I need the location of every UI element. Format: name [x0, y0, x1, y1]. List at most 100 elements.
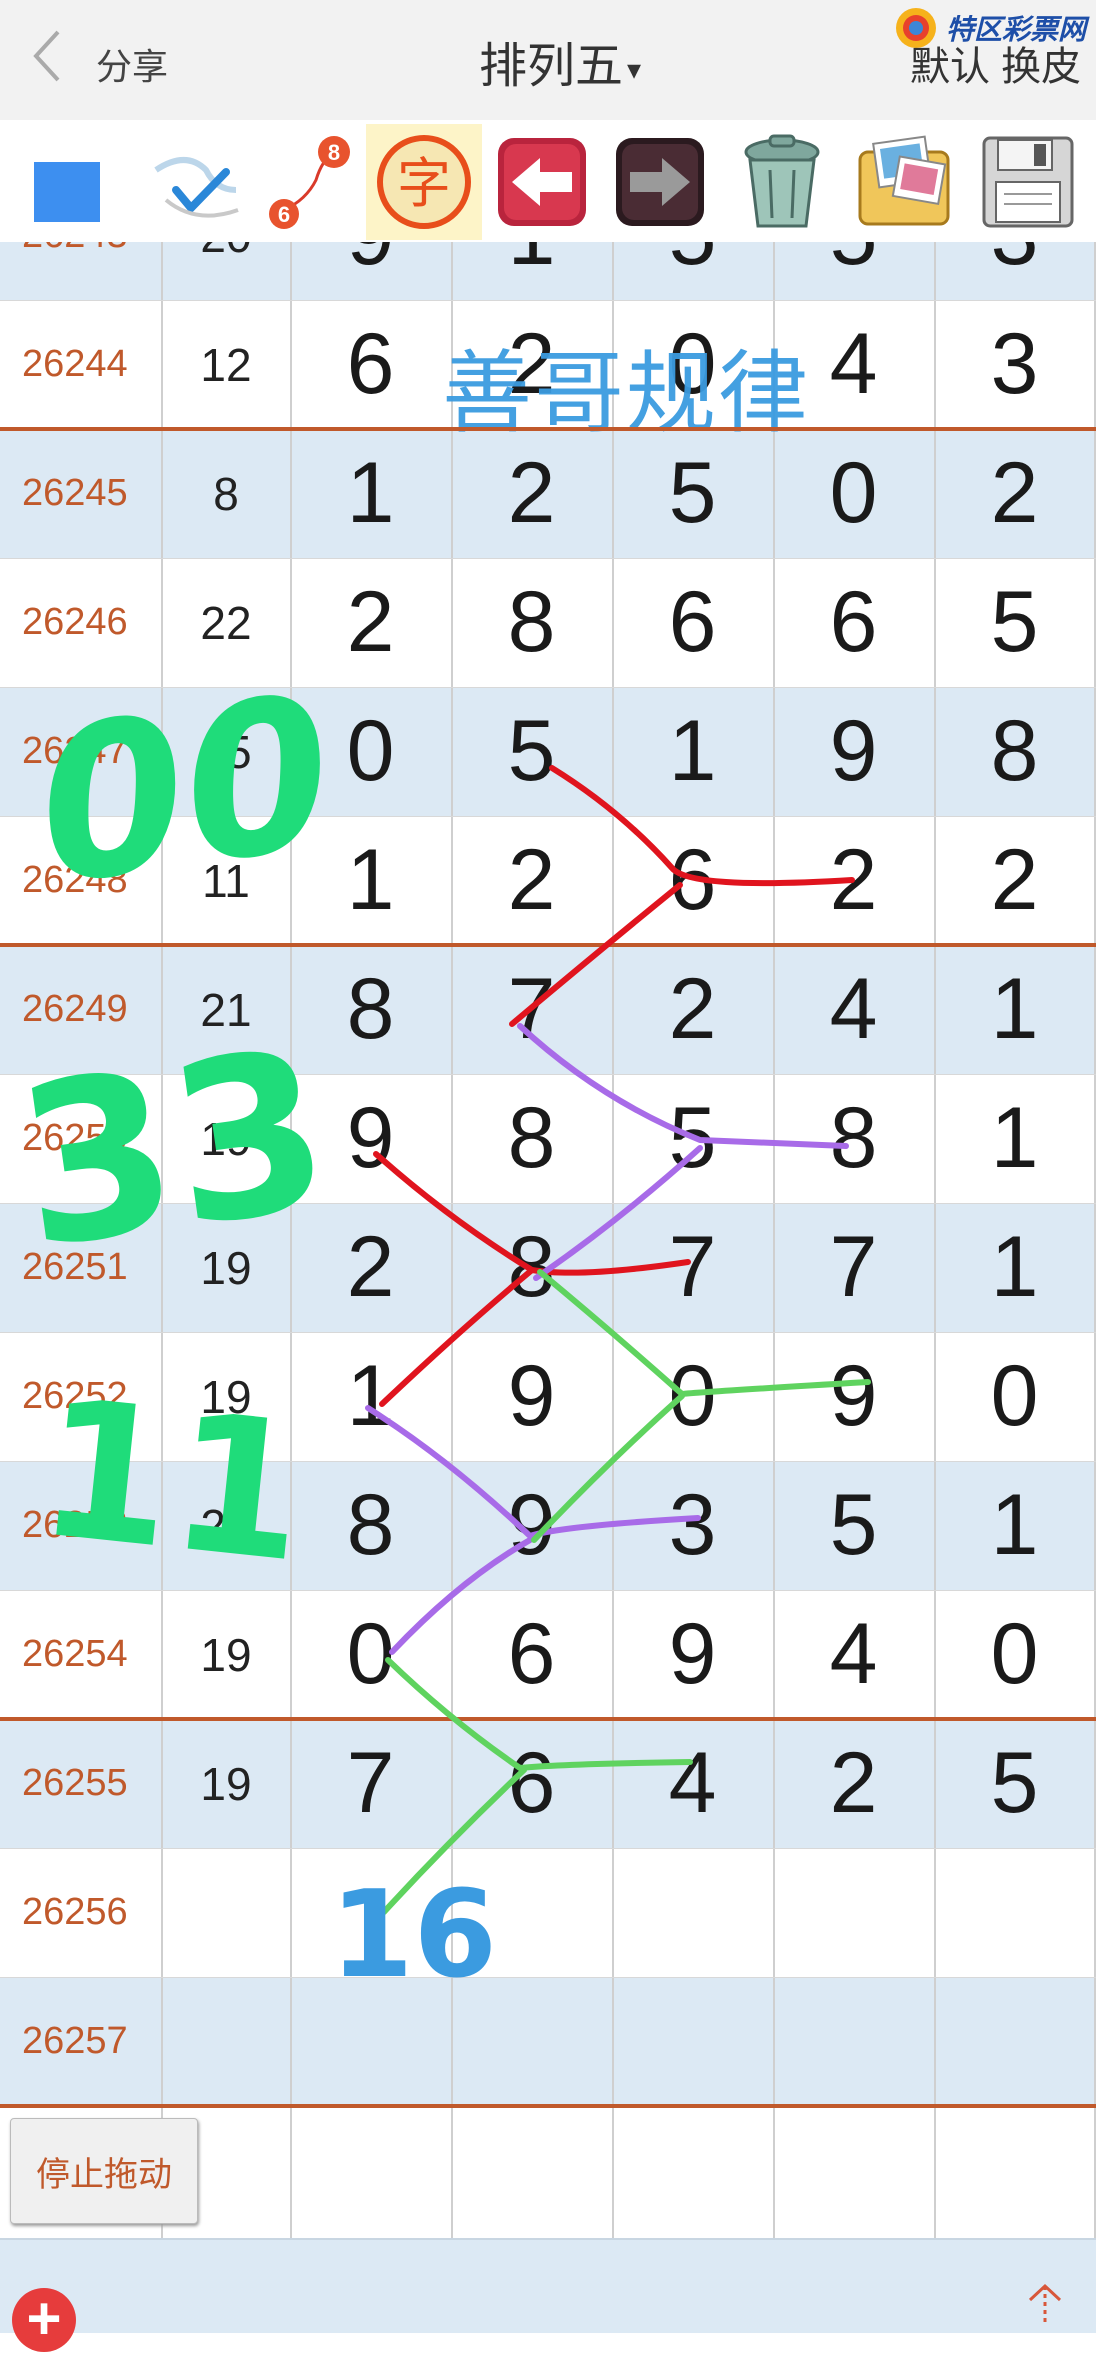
digit-cell[interactable]: 3 [934, 300, 1095, 429]
digit-cell[interactable]: 1 [612, 687, 773, 816]
digit-cell[interactable]: 1 [290, 1332, 451, 1461]
digit-cell[interactable]: 5 [612, 242, 773, 300]
pen-tool-button[interactable] [140, 124, 256, 240]
digit-cell[interactable]: 5 [934, 558, 1095, 687]
digit-cell[interactable] [451, 1848, 612, 1977]
digit-cell[interactable] [934, 1977, 1095, 2106]
digit-cell[interactable]: 1 [934, 1074, 1095, 1203]
clear-button[interactable] [724, 124, 840, 240]
digit-cell[interactable]: 2 [290, 558, 451, 687]
digit-cell[interactable]: 3 [934, 242, 1095, 300]
connect-line-button[interactable]: 8 6 [250, 124, 366, 240]
digit-cell[interactable] [934, 1848, 1095, 1977]
digit-cell[interactable]: 5 [773, 1461, 934, 1590]
row-divider [0, 1977, 1096, 1978]
digit-cell[interactable] [451, 1977, 612, 2106]
redo-button[interactable] [602, 124, 718, 240]
digit-cell[interactable] [290, 1848, 451, 1977]
digit-cell[interactable]: 9 [773, 1332, 934, 1461]
digit-cell[interactable]: 8 [451, 558, 612, 687]
sum-value: 22 [200, 596, 252, 649]
digit-cell[interactable]: 1 [934, 1461, 1095, 1590]
digit-cell[interactable]: 6 [773, 558, 934, 687]
digit-cell[interactable]: 2 [773, 1719, 934, 1848]
digit-cell[interactable] [773, 1977, 934, 2106]
digit-cell[interactable]: 5 [934, 1719, 1095, 1848]
period-number: 26253 [22, 1504, 128, 1546]
digit-cell[interactable]: 2 [451, 816, 612, 945]
digit-cell[interactable]: 1 [451, 242, 612, 300]
digit-cell[interactable]: 7 [612, 1203, 773, 1332]
digit-cell[interactable]: 1 [934, 945, 1095, 1074]
svg-text:8: 8 [328, 140, 340, 165]
period-number: 26248 [22, 859, 128, 901]
back-button[interactable] [30, 28, 90, 92]
stop-drag-button[interactable]: 停止拖动 [10, 2118, 198, 2224]
digit-cell[interactable] [612, 1977, 773, 2106]
digit-cell[interactable]: 1 [934, 1203, 1095, 1332]
digit-cell[interactable]: 9 [451, 1332, 612, 1461]
digit-cell[interactable]: 5 [451, 687, 612, 816]
digit-cell[interactable]: 9 [773, 687, 934, 816]
images-button[interactable] [846, 124, 962, 240]
digit-cell[interactable]: 8 [290, 1461, 451, 1590]
digit-cell[interactable]: 6 [451, 1590, 612, 1719]
digit-cell[interactable]: 8 [451, 1074, 612, 1203]
digit-cell[interactable]: 8 [934, 687, 1095, 816]
digit-cell[interactable]: 2 [934, 429, 1095, 558]
lottery-results-grid: 2624320915532624412620432624581250226246… [0, 242, 1096, 2238]
digit-cell[interactable]: 1 [290, 816, 451, 945]
color-picker-button[interactable] [4, 124, 120, 240]
digit-cell[interactable] [290, 1977, 451, 2106]
scroll-up-button[interactable] [1020, 2278, 1070, 2328]
digit-cell[interactable]: 9 [612, 1590, 773, 1719]
digit-cell[interactable]: 4 [612, 1719, 773, 1848]
text-tool-button[interactable]: 字 [366, 124, 482, 240]
row-divider [0, 427, 1096, 431]
digit-cell[interactable]: 7 [290, 1719, 451, 1848]
digit-cell[interactable]: 6 [451, 1719, 612, 1848]
digit-cell[interactable]: 0 [934, 1332, 1095, 1461]
share-button[interactable]: 分享 [96, 38, 168, 90]
digit-cell[interactable]: 7 [451, 945, 612, 1074]
digit-cell[interactable]: 8 [451, 1203, 612, 1332]
digit-cell[interactable]: 3 [612, 1461, 773, 1590]
undo-button[interactable] [484, 124, 600, 240]
digit-cell[interactable]: 0 [934, 1590, 1095, 1719]
digit-cell[interactable]: 9 [290, 242, 451, 300]
table-row: 262432091553 [0, 242, 1096, 300]
digit-cell[interactable] [612, 1848, 773, 1977]
digit-cell[interactable]: 8 [773, 1074, 934, 1203]
digit-cell[interactable]: 9 [290, 1074, 451, 1203]
digit-cell[interactable]: 2 [290, 1203, 451, 1332]
digit-cell[interactable]: 0 [290, 1590, 451, 1719]
digit-cell[interactable]: 2 [612, 945, 773, 1074]
plus-icon: + [26, 2285, 62, 2352]
digit-cell[interactable]: 6 [290, 300, 451, 429]
digit-cell[interactable]: 2 [934, 816, 1095, 945]
digit-cell[interactable] [773, 1848, 934, 1977]
save-button[interactable] [970, 124, 1086, 240]
digit-cell[interactable]: 0 [290, 687, 451, 816]
skin-switch-button[interactable]: 默认 换皮 [910, 34, 1081, 92]
period-number: 26245 [22, 472, 128, 514]
digit-cell[interactable]: 0 [612, 1332, 773, 1461]
digit-cell[interactable]: 7 [773, 1203, 934, 1332]
digit-cell[interactable]: 8 [290, 945, 451, 1074]
digit-cell[interactable]: 9 [451, 1461, 612, 1590]
row-divider [0, 558, 1096, 559]
digit-cell[interactable]: 5 [612, 1074, 773, 1203]
add-button[interactable]: + [12, 2285, 76, 2352]
digit-cell[interactable]: 2 [773, 816, 934, 945]
digit-cell[interactable]: 6 [612, 558, 773, 687]
digit-cell[interactable]: 5 [773, 242, 934, 300]
lottery-type-dropdown[interactable]: 排列五 ▾ [450, 26, 670, 96]
table-row: 26256 [0, 1848, 1096, 1977]
column-divider [612, 242, 614, 2238]
digit-cell[interactable]: 1 [290, 429, 451, 558]
digit-cell[interactable]: 6 [612, 816, 773, 945]
table-row: 26246 22 2 8 6 6 5 [0, 558, 1096, 687]
column-divider [934, 242, 936, 2238]
digit-cell[interactable]: 4 [773, 945, 934, 1074]
digit-cell[interactable]: 4 [773, 1590, 934, 1719]
